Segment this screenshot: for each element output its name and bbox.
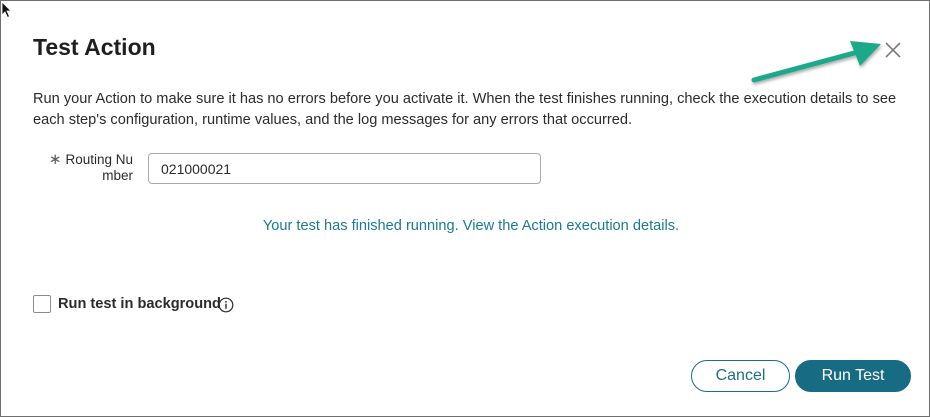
close-icon[interactable] [881, 38, 905, 62]
routing-number-label-line2: mber [102, 168, 133, 183]
run-test-button[interactable]: Run Test [795, 360, 911, 392]
run-in-background-checkbox[interactable] [33, 295, 51, 313]
test-action-dialog: Test Action Run your Action to make sure… [0, 0, 930, 417]
required-marker-icon: ∗ [48, 151, 62, 168]
execution-details-link[interactable]: Your test has finished running. View the… [1, 218, 930, 234]
routing-number-label-line1: Routing Nu [65, 152, 133, 167]
run-in-background-label: Run test in background [58, 296, 221, 312]
dialog-description: Run your Action to make sure it has no e… [33, 91, 897, 128]
mouse-cursor-icon [1, 1, 12, 19]
routing-number-input[interactable] [148, 153, 541, 184]
info-icon[interactable] [218, 297, 234, 313]
routing-number-label: ∗ Routing Nu mber [37, 152, 133, 184]
cancel-button[interactable]: Cancel [691, 360, 790, 392]
dialog-title: Test Action [33, 34, 156, 60]
annotation-arrow-icon [751, 41, 881, 83]
